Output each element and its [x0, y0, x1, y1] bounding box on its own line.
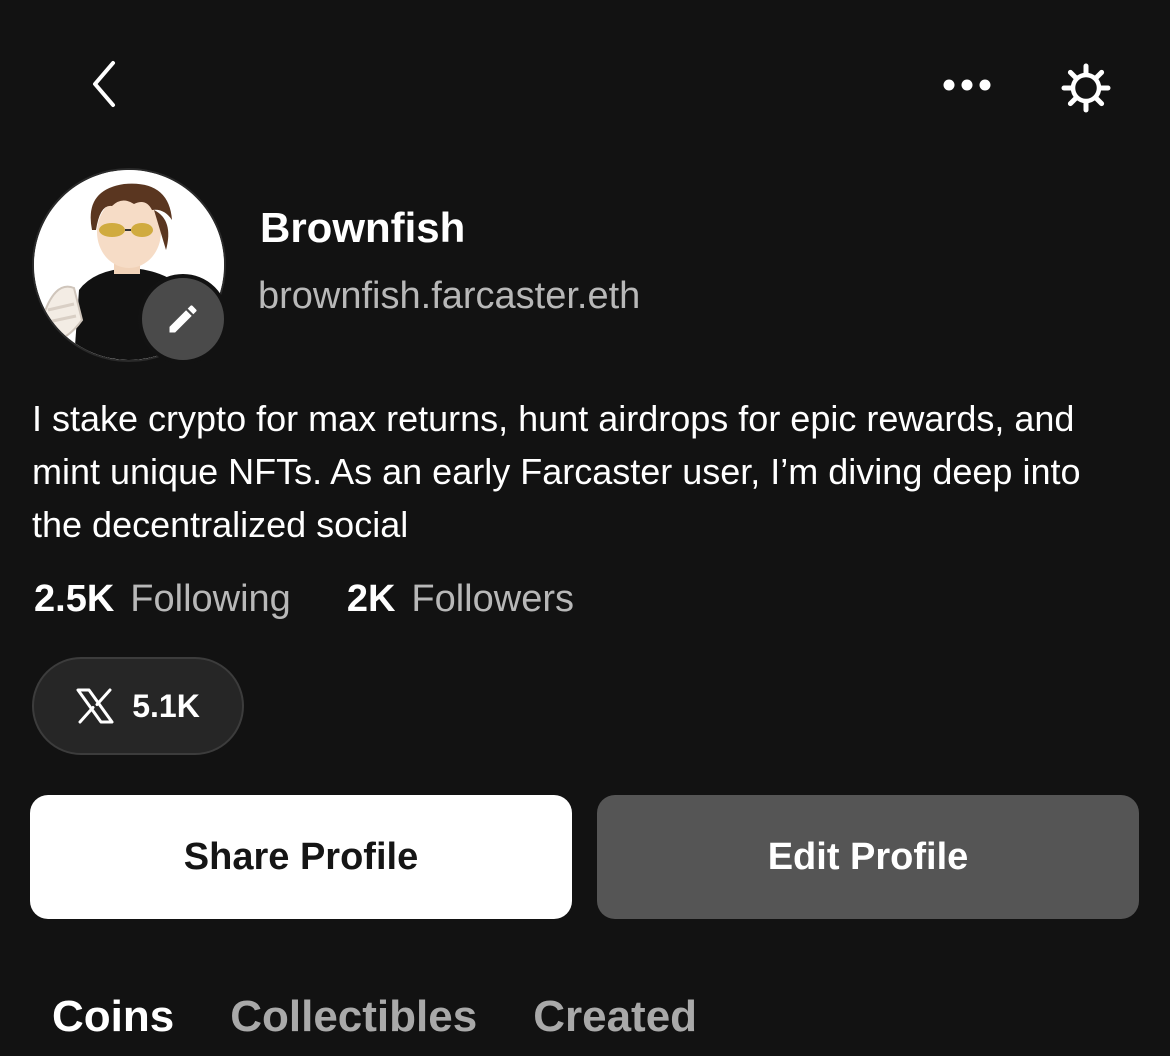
- followers-stat[interactable]: 2K Followers: [347, 578, 574, 621]
- followers-label: Followers: [411, 578, 574, 620]
- share-profile-button[interactable]: Share Profile: [30, 795, 572, 919]
- display-name: Brownfish: [260, 204, 466, 251]
- profile-bio: I stake crypto for max returns, hunt air…: [32, 398, 1081, 545]
- followers-count: 2K: [346, 578, 396, 620]
- more-options-button[interactable]: [930, 60, 1004, 110]
- following-label: Following: [130, 578, 291, 620]
- following-count: 2.5K: [34, 578, 115, 620]
- tab-collectibles[interactable]: Collectibles: [230, 992, 477, 1042]
- more-horizontal-icon: [943, 79, 991, 91]
- tab-coins[interactable]: Coins: [52, 992, 174, 1042]
- tab-created[interactable]: Created: [533, 992, 697, 1042]
- x-logo-icon: [76, 688, 114, 724]
- settings-button[interactable]: [1054, 56, 1118, 120]
- back-button[interactable]: [72, 52, 136, 116]
- username: brownfish.farcaster.eth: [258, 275, 641, 317]
- edit-profile-button[interactable]: Edit Profile: [597, 795, 1139, 919]
- pencil-icon: [169, 305, 197, 333]
- profile-tabs: Coins Collectibles Created: [52, 992, 697, 1042]
- profile-stats: 2.5K Following 2K Followers: [34, 578, 574, 621]
- gear-icon: [1061, 63, 1111, 113]
- x-account-chip[interactable]: 5.1K: [32, 657, 244, 755]
- x-follower-count: 5.1K: [132, 687, 200, 724]
- chevron-left-icon: [93, 61, 115, 107]
- edit-avatar-button[interactable]: [138, 274, 228, 364]
- following-stat[interactable]: 2.5K Following: [34, 578, 291, 621]
